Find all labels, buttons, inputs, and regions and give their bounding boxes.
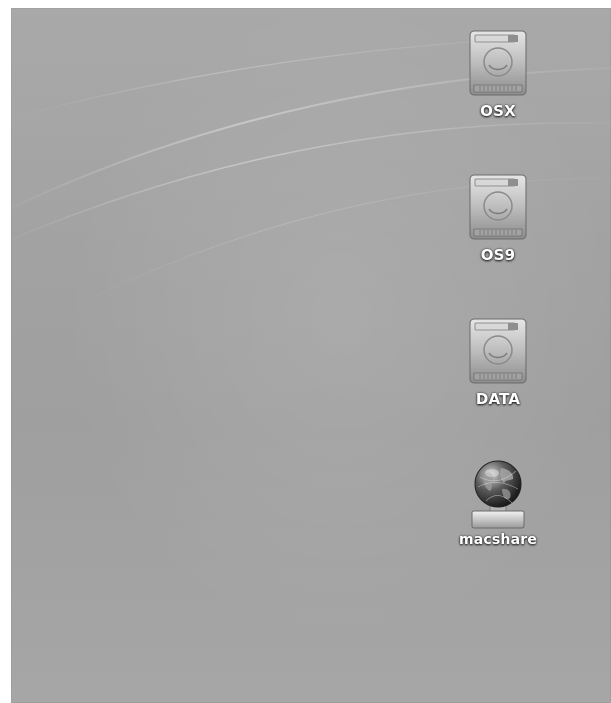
hard-drive-icon	[469, 30, 527, 96]
desktop-icon-label: DATA	[475, 390, 521, 408]
desktop[interactable]: OSX OS9 DATA macshare	[11, 8, 611, 703]
desktop-icon-os9[interactable]: OS9	[438, 173, 558, 293]
desktop-icon-data[interactable]: DATA	[438, 317, 558, 437]
desktop-icon-macshare[interactable]: macshare	[438, 459, 558, 579]
desktop-icon-label: OSX	[480, 102, 516, 120]
desktop-icon-osx[interactable]: OSX	[438, 29, 558, 149]
network-share-globe-icon	[471, 460, 525, 529]
hard-drive-icon	[469, 174, 527, 240]
desktop-icon-label: OS9	[480, 246, 516, 264]
hard-drive-icon	[469, 318, 527, 384]
desktop-icon-label: macshare	[458, 532, 538, 548]
